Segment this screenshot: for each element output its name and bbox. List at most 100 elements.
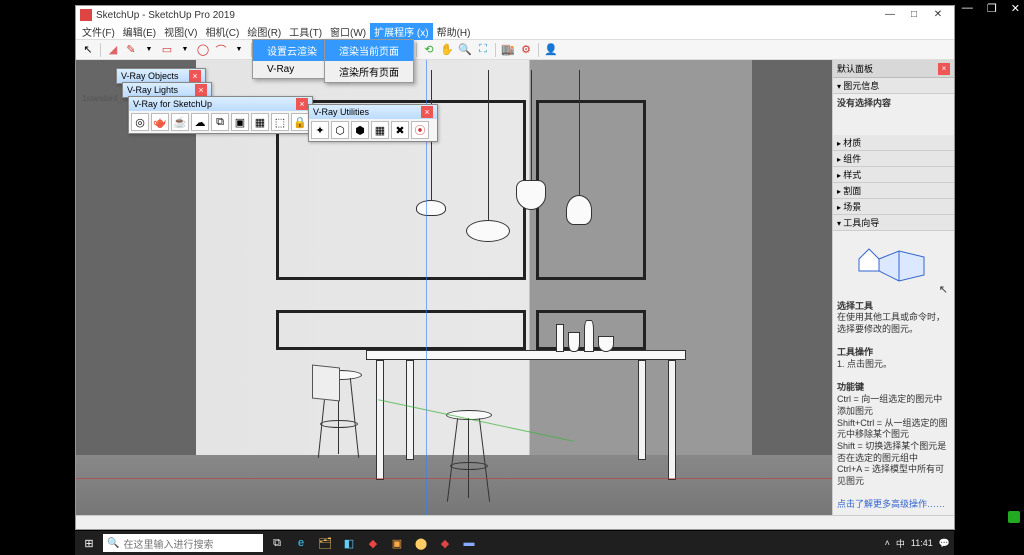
section-scenes[interactable]: 场景: [833, 199, 954, 215]
render-all-pages[interactable]: 渲染所有页面: [325, 61, 413, 82]
notification-indicator[interactable]: [1008, 511, 1020, 523]
titlebar: SketchUp - SketchUp Pro 2019 — □ ✕: [76, 6, 954, 24]
tray-up-icon[interactable]: ˄: [885, 538, 890, 548]
tray-notifications-icon[interactable]: 💬: [939, 538, 950, 549]
panel-title: V-Ray Objects: [121, 71, 179, 81]
dropdown-icon[interactable]: ▼: [231, 42, 247, 58]
outer-min-button[interactable]: —: [962, 2, 973, 15]
pendant-lamp: [466, 70, 510, 242]
vray-vfb-icon[interactable]: ▣: [231, 113, 249, 131]
menu-edit[interactable]: 编辑(E): [119, 23, 160, 40]
section-instructor[interactable]: 工具向导: [833, 215, 954, 231]
user-icon[interactable]: 👤: [543, 42, 559, 58]
util-icon[interactable]: ⬢: [351, 121, 369, 139]
outer-close-button[interactable]: ✕: [1011, 2, 1020, 15]
vray-interactive-icon[interactable]: ☕: [171, 113, 189, 131]
instructor-fn: Shift+Ctrl = 从一组选定的图元中移除某个图元: [837, 418, 948, 440]
menu-file[interactable]: 文件(F): [78, 23, 119, 40]
default-tray: 默认面板 × 图元信息 没有选择内容 材质 组件 样式 割面 场景 工具向导: [832, 60, 954, 515]
instructor-more-link[interactable]: 点击了解更多高级操作……: [837, 499, 945, 509]
menu-window[interactable]: 窗口(W): [326, 23, 370, 40]
vray-viewport-icon[interactable]: ⧉: [211, 113, 229, 131]
cursor-icon: ↖: [939, 283, 948, 297]
pan-tool-icon[interactable]: ✋: [439, 42, 455, 58]
section-section[interactable]: 割面: [833, 183, 954, 199]
app-icon[interactable]: ◆: [363, 533, 383, 553]
rectangle-tool-icon[interactable]: ▭: [159, 42, 175, 58]
menu-tools[interactable]: 工具(T): [285, 23, 326, 40]
close-icon[interactable]: ×: [938, 63, 950, 75]
arc-tool-icon[interactable]: ⌒: [213, 42, 229, 58]
app-icon[interactable]: ▬: [459, 533, 479, 553]
section-materials[interactable]: 材质: [833, 135, 954, 151]
util-icon[interactable]: ✦: [311, 121, 329, 139]
circle-tool-icon[interactable]: ◯: [195, 42, 211, 58]
vray-render-icon[interactable]: 🫖: [151, 113, 169, 131]
submenu-label: 渲染所有页面: [339, 64, 399, 79]
select-tool-icon[interactable]: ↖: [80, 42, 96, 58]
zoom-extents-icon[interactable]: ⛶: [475, 42, 491, 58]
zoom-tool-icon[interactable]: 🔍: [457, 42, 473, 58]
task-view-icon[interactable]: ⧉: [267, 533, 287, 553]
entity-info-body: 没有选择内容: [833, 94, 954, 114]
vray-batch-icon[interactable]: ▦: [251, 113, 269, 131]
instructor-body: ↖ 选择工具 在使用其他工具或命令时，选择要修改的图元。 工具操作 1. 点击图…: [833, 231, 954, 515]
tray-ime-icon[interactable]: 中: [896, 537, 905, 550]
util-icon[interactable]: ⦿: [411, 121, 429, 139]
menu-extensions[interactable]: 扩展程序 (x): [370, 23, 432, 40]
menu-draw[interactable]: 绘图(R): [243, 23, 285, 40]
start-button[interactable]: ⊞: [79, 533, 99, 553]
eraser-tool-icon[interactable]: ◢: [105, 42, 121, 58]
window-close-button[interactable]: ✕: [926, 7, 950, 23]
dropdown-icon[interactable]: ▼: [141, 42, 157, 58]
main-toolbar: ↖ ◢ ✎ ▼ ▭ ▼ ◯ ⌒ ▼ ⬒ ◉ ✥ ↻ ⤢ 📏 A 🪣 ⟲ ✋ 🔍 …: [76, 40, 954, 60]
pencil-tool-icon[interactable]: ✎: [123, 42, 139, 58]
vray-asset-editor-icon[interactable]: ◎: [131, 113, 149, 131]
panel-title: V-Ray for SketchUp: [133, 99, 212, 109]
section-components[interactable]: 组件: [833, 151, 954, 167]
close-icon[interactable]: ×: [421, 106, 433, 118]
vray-cloud-icon[interactable]: ☁: [191, 113, 209, 131]
menu-camera[interactable]: 相机(C): [201, 23, 243, 40]
submenu-label: 设置云渲染: [267, 43, 317, 58]
search-placeholder: 在这里输入进行搜索: [123, 536, 213, 551]
instructor-op: 1. 点击图元。: [837, 359, 892, 369]
util-icon[interactable]: ⬡: [331, 121, 349, 139]
sketchup-taskbar-icon[interactable]: ◆: [435, 533, 455, 553]
explorer-icon[interactable]: 🗂: [315, 533, 335, 553]
app-icon[interactable]: ▣: [387, 533, 407, 553]
vray-lock-icon[interactable]: 🔒: [291, 113, 309, 131]
app-icon[interactable]: ◧: [339, 533, 359, 553]
stool: [316, 370, 362, 380]
close-icon[interactable]: ×: [189, 70, 201, 82]
section-entity-info[interactable]: 图元信息: [833, 78, 954, 94]
util-icon[interactable]: ✖: [391, 121, 409, 139]
render-current-page[interactable]: 渲染当前页面: [325, 40, 413, 61]
close-icon[interactable]: ×: [195, 84, 207, 96]
vray-frame-icon[interactable]: ⬚: [271, 113, 289, 131]
window-max-button[interactable]: □: [902, 7, 926, 23]
outer-max-button[interactable]: ❐: [987, 2, 997, 15]
orbit-tool-icon[interactable]: ⟲: [421, 42, 437, 58]
section-styles[interactable]: 样式: [833, 167, 954, 183]
panel-vray-utilities[interactable]: V-Ray Utilities× ✦ ⬡ ⬢ ▦ ✖ ⦿: [308, 104, 438, 142]
close-icon[interactable]: ×: [296, 98, 308, 110]
tray-time: 11:41: [911, 538, 933, 548]
dining-table: [366, 350, 686, 480]
warehouse-icon[interactable]: 🏬: [500, 42, 516, 58]
draped-cloth: [312, 365, 340, 402]
extension-icon[interactable]: ⚙: [518, 42, 534, 58]
util-icon[interactable]: ▦: [371, 121, 389, 139]
edge-icon[interactable]: e: [291, 533, 311, 553]
menu-help[interactable]: 帮助(H): [433, 23, 475, 40]
dropdown-icon[interactable]: ▼: [177, 42, 193, 58]
status-bar: [76, 515, 954, 529]
app-window: SketchUp - SketchUp Pro 2019 — □ ✕ 文件(F)…: [75, 5, 955, 530]
panel-vray-main[interactable]: V-Ray for SketchUp × ◎ 🫖 ☕ ☁ ⧉ ▣ ▦ ⬚ 🔒: [128, 96, 313, 134]
menu-view[interactable]: 视图(V): [160, 23, 201, 40]
3d-viewport[interactable]: 1standard_Camera: [76, 60, 832, 515]
app-icon[interactable]: ⬤: [411, 533, 431, 553]
taskbar-search[interactable]: 🔍 在这里输入进行搜索: [103, 534, 263, 552]
window-min-button[interactable]: —: [878, 7, 902, 23]
tray-header[interactable]: 默认面板 ×: [833, 60, 954, 78]
